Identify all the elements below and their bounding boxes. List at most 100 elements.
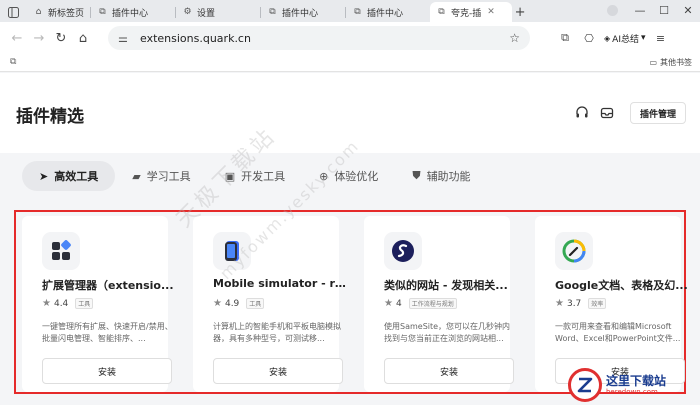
window-controls: — ☐ ✕ <box>607 0 700 20</box>
extension-description: 一款可用来查看和编辑Microsoft Word、Excel和PowerPoin… <box>555 322 681 343</box>
star-icon: ★ <box>384 298 393 309</box>
ai-icon: ◈ <box>604 33 611 43</box>
page-header: 插件精选 插件管理 <box>0 73 700 153</box>
forward-icon[interactable]: → <box>28 27 50 49</box>
star-icon: ★ <box>555 298 564 309</box>
category-developer[interactable]: ▣ 开发工具 <box>208 161 302 191</box>
category-label: 高效工具 <box>54 170 99 183</box>
tab-label: 设置 <box>197 8 216 19</box>
bookmarks-bar: ⧉ ▭ 其他书签 <box>0 54 700 72</box>
extension-card[interactable]: Mobile simulator - re... ★ 4.9 工具 计算机上的智… <box>193 216 347 392</box>
close-window-icon[interactable]: ✕ <box>676 4 700 17</box>
reload-icon[interactable]: ↻ <box>50 27 72 49</box>
extension-description: 计算机上的智能手机和平板电脑模拟器，具有多种型号，可测试移... <box>213 322 341 343</box>
url-text[interactable]: extensions.quark.cn <box>140 32 509 45</box>
extensions-icon[interactable]: ⧉ <box>556 31 574 45</box>
toolbar-actions: ⧉ ⎔ ◈ AI总结 ▾ ≡ <box>556 27 670 49</box>
tab-extension-center-2[interactable]: ⧉ 插件中心 <box>261 2 345 22</box>
plus-circle-icon: ⊕ <box>319 169 329 183</box>
bookmark-icon[interactable]: ⎔ <box>580 32 598 45</box>
headset-icon[interactable] <box>569 100 595 126</box>
ai-summary-button[interactable]: ◈ AI总结 ▾ <box>604 32 646 45</box>
extension-name: Google文档、表格及幻... <box>555 279 688 292</box>
rating-value: 4 <box>395 298 402 309</box>
tab-label: 新标签页 <box>48 8 85 19</box>
book-icon: ▰ <box>132 169 141 183</box>
site-logo: 这里下载站 heredown.com <box>568 365 700 405</box>
gear-icon: ⚙ <box>183 7 192 17</box>
extensions-page: 插件精选 插件管理 ➤ 高效工具 ▰ 学习工具 ▣ 开发工具 ⊕ 体验优化 ⛊ … <box>0 73 700 405</box>
mobile-simulator-icon <box>213 232 251 270</box>
extension-name: 类似的网站 - 发现相关... <box>384 279 508 292</box>
rating-value: 3.7 <box>566 298 582 309</box>
category-tag: 工具 <box>246 298 265 309</box>
new-tab-button[interactable]: + <box>512 2 528 22</box>
google-docs-icon <box>555 232 593 270</box>
home-button-icon[interactable]: ⌂ <box>72 27 94 49</box>
other-bookmarks-label: 其他书签 <box>660 58 692 67</box>
category-accessibility[interactable]: ⛊ 辅助功能 <box>395 161 487 191</box>
menu-icon[interactable]: ≡ <box>652 32 670 45</box>
install-button[interactable]: 安装 <box>384 358 514 384</box>
send-icon: ➤ <box>39 169 49 183</box>
code-icon: ▣ <box>224 169 236 183</box>
rating: ★ 4.9 工具 <box>213 298 265 309</box>
extension-card[interactable]: 扩展管理器（extensio... ★ 4.4 工具 一键管理所有扩展、快速开启… <box>22 216 174 392</box>
extension-manager-icon <box>42 232 80 270</box>
minimize-icon[interactable]: — <box>628 4 652 17</box>
tab-extension-center-3[interactable]: ⧉ 插件中心 <box>346 2 430 22</box>
extension-card[interactable]: 类似的网站 - 发现相关... ★ 4 工作流程与规划 使用SameSite，您… <box>364 216 514 392</box>
ai-summary-label: AI总结 <box>612 34 639 45</box>
tab-search-icon[interactable]: ⧉ <box>10 57 16 67</box>
category-experience[interactable]: ⊕ 体验优化 <box>302 161 395 191</box>
tab-label: 夸克-插 <box>451 8 482 19</box>
site-info-icon[interactable]: ⚌ <box>118 32 134 45</box>
other-bookmarks[interactable]: ▭ 其他书签 <box>649 57 692 68</box>
category-label: 开发工具 <box>241 170 286 183</box>
bookmark-star-icon[interactable]: ☆ <box>509 31 520 45</box>
page-title: 插件精选 <box>16 107 84 127</box>
shield-icon: ⛊ <box>412 169 421 182</box>
folder-icon: ▭ <box>649 58 657 67</box>
chevron-down-icon: ▾ <box>640 33 646 43</box>
tab-quark-extensions[interactable]: ⧉ 夸克-插 ✕ <box>430 2 513 22</box>
category-label: 体验优化 <box>334 170 379 183</box>
tab-sidebar-toggle[interactable] <box>0 2 27 22</box>
category-tag: 工作流程与规划 <box>408 298 457 309</box>
star-icon: ★ <box>42 298 51 309</box>
category-label: 学习工具 <box>146 170 191 183</box>
logo-mark-icon <box>568 368 602 402</box>
tab-new-tab[interactable]: ⌂ 新标签页 <box>27 2 90 22</box>
manage-extensions-button[interactable]: 插件管理 <box>630 102 686 124</box>
address-bar[interactable]: ⚌ extensions.quark.cn ☆ <box>108 26 530 50</box>
category-tag: 工具 <box>75 298 94 309</box>
rating: ★ 4 工作流程与规划 <box>384 298 457 309</box>
similar-sites-icon <box>384 232 422 270</box>
close-icon[interactable]: ✕ <box>487 7 495 17</box>
tab-strip: ⌂ 新标签页 ⧉ 插件中心 ⚙ 设置 ⧉ 插件中心 ⧉ 插件中心 ⧉ 夸克-插 … <box>0 0 700 22</box>
tab-label: 插件中心 <box>367 8 404 19</box>
install-button[interactable]: 安装 <box>42 358 172 384</box>
home-icon: ⌂ <box>35 7 42 17</box>
puzzle-icon: ⧉ <box>269 7 276 17</box>
extension-name: 扩展管理器（extensio... <box>42 279 174 292</box>
install-button[interactable]: 安装 <box>213 358 343 384</box>
category-learning[interactable]: ▰ 学习工具 <box>115 161 207 191</box>
tab-label: 插件中心 <box>282 8 319 19</box>
category-label: 辅助功能 <box>426 170 471 183</box>
puzzle-icon: ⧉ <box>99 7 106 17</box>
maximize-icon[interactable]: ☐ <box>652 4 676 17</box>
tab-settings[interactable]: ⚙ 设置 <box>176 2 260 22</box>
avatar[interactable] <box>607 4 618 16</box>
star-icon: ★ <box>213 298 222 309</box>
inbox-icon[interactable] <box>594 100 620 126</box>
back-icon[interactable]: ← <box>6 27 28 49</box>
rating: ★ 4.4 工具 <box>42 298 94 309</box>
category-efficiency[interactable]: ➤ 高效工具 <box>22 161 116 191</box>
extension-description: 一键管理所有扩展、快速开启/禁用、批量闪电管理、智能排序、... <box>42 322 173 343</box>
sidebar-icon <box>8 6 19 18</box>
browser-toolbar: ← → ↻ ⌂ ⚌ extensions.quark.cn ☆ ⧉ ⎔ ◈ AI… <box>0 22 700 54</box>
puzzle-icon: ⧉ <box>438 7 445 17</box>
tab-extension-center-1[interactable]: ⧉ 插件中心 <box>91 2 175 22</box>
category-tag: 效率 <box>588 298 607 309</box>
